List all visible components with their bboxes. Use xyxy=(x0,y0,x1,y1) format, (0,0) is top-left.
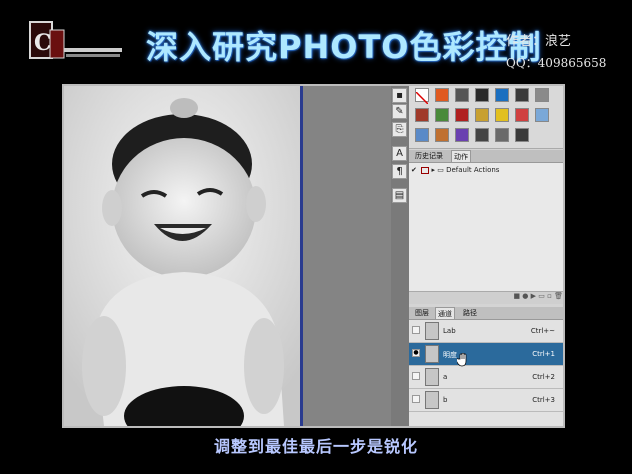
action-set-label: Default Actions xyxy=(446,166,500,174)
channel-shortcut: Ctrl+2 xyxy=(532,373,555,381)
tab-actions[interactable]: 动作 xyxy=(451,150,471,162)
channel-shortcut: Ctrl+3 xyxy=(532,396,555,404)
style-swatch[interactable] xyxy=(455,128,469,142)
dock-layers-icon[interactable]: ▤ xyxy=(392,188,407,203)
channel-shortcut: Ctrl+~ xyxy=(530,327,555,335)
logo: C xyxy=(29,21,122,59)
action-toggle-icon[interactable] xyxy=(421,166,430,174)
style-swatch[interactable] xyxy=(435,108,449,122)
hand-cursor-icon xyxy=(457,353,467,367)
channel-shortcut: Ctrl+1 xyxy=(532,350,555,358)
style-swatch[interactable] xyxy=(475,128,489,142)
actions-panel: ✔ ▸ ▭ Default Actions xyxy=(409,163,563,291)
visibility-toggle[interactable] xyxy=(412,326,420,334)
qq-label: QQ：409865658 xyxy=(506,56,607,70)
channel-name: 明度 xyxy=(443,351,457,359)
record-icon[interactable]: ● xyxy=(522,292,528,300)
action-check-icon[interactable]: ✔ xyxy=(411,165,419,176)
channel-row-lab[interactable]: Lab Ctrl+~ xyxy=(409,320,563,343)
dock-swatches-icon[interactable]: ▪ xyxy=(392,88,407,103)
style-swatch[interactable] xyxy=(495,128,509,142)
svg-text:C: C xyxy=(34,30,52,56)
channel-thumbnail xyxy=(425,345,439,363)
style-none-swatch[interactable] xyxy=(415,88,429,105)
action-set-row[interactable]: ✔ ▸ ▭ Default Actions xyxy=(411,165,559,176)
channels-tabbar: 图层 通道 路径 xyxy=(409,307,563,320)
style-swatch[interactable] xyxy=(495,108,509,122)
folder-icon: ▭ xyxy=(437,166,444,174)
channels-panel: Lab Ctrl+~ ● 明度 Ctrl+1 a Ctrl+2 b Ctrl+3 xyxy=(409,320,563,426)
expand-arrow-icon[interactable]: ▸ xyxy=(431,166,435,174)
baby-photo xyxy=(64,86,300,426)
style-swatch[interactable] xyxy=(535,88,549,102)
tab-paths[interactable]: 路径 xyxy=(461,307,479,319)
photoshop-window: ▪ ✎ ⎘ A ¶ ▤ 历史记录 动作 ✔ ▸ ▭ Default Action… xyxy=(62,84,565,428)
play-icon[interactable]: ▶ xyxy=(531,292,536,300)
dock-brush-icon[interactable]: ✎ xyxy=(392,104,407,119)
visibility-toggle[interactable] xyxy=(412,372,420,380)
visibility-toggle[interactable] xyxy=(412,395,420,403)
actions-footer: ■ ● ▶ ▭ ▫ 🗑 xyxy=(409,291,563,304)
dock-clone-icon[interactable]: ⎘ xyxy=(392,122,407,137)
style-swatch[interactable] xyxy=(515,128,529,142)
style-swatch[interactable] xyxy=(475,88,489,102)
style-swatch[interactable] xyxy=(435,128,449,142)
style-swatch[interactable] xyxy=(415,128,429,142)
page-title: 深入研究PHOTO色彩控制 xyxy=(146,28,542,66)
author-label: 作者：浪艺 xyxy=(506,34,572,49)
style-swatch[interactable] xyxy=(455,88,469,102)
channel-thumbnail xyxy=(425,368,439,386)
channel-row-lightness[interactable]: ● 明度 Ctrl+1 xyxy=(409,343,563,367)
style-swatch[interactable] xyxy=(515,88,529,102)
dock-paragraph-icon[interactable]: ¶ xyxy=(392,164,407,179)
trash-icon[interactable]: 🗑 xyxy=(554,292,563,300)
style-swatch[interactable] xyxy=(535,108,549,122)
stop-icon[interactable]: ■ xyxy=(513,292,520,300)
new-set-icon[interactable]: ▭ xyxy=(538,292,545,300)
channel-thumbnail xyxy=(425,391,439,409)
channel-row-a[interactable]: a Ctrl+2 xyxy=(409,366,563,389)
workspace-background xyxy=(303,86,391,426)
tab-history[interactable]: 历史记录 xyxy=(413,150,445,162)
tab-layers[interactable]: 图层 xyxy=(413,307,431,319)
style-swatch[interactable] xyxy=(515,108,529,122)
style-swatch[interactable] xyxy=(495,88,509,102)
right-panels: 历史记录 动作 ✔ ▸ ▭ Default Actions ■ ● ▶ ▭ ▫ … xyxy=(409,86,563,426)
channel-name: Lab xyxy=(443,327,456,335)
styles-panel xyxy=(409,86,563,149)
style-swatch[interactable] xyxy=(455,108,469,122)
style-swatch[interactable] xyxy=(475,108,489,122)
channel-name: a xyxy=(443,373,448,381)
eye-icon[interactable]: ● xyxy=(412,349,420,357)
channel-row-b[interactable]: b Ctrl+3 xyxy=(409,389,563,412)
panel-dock-icons: ▪ ✎ ⎘ A ¶ ▤ xyxy=(391,86,409,426)
tab-channels[interactable]: 通道 xyxy=(435,307,455,319)
history-tabbar: 历史记录 动作 xyxy=(409,150,563,163)
dock-character-icon[interactable]: A xyxy=(392,146,407,161)
new-action-icon[interactable]: ▫ xyxy=(547,292,552,300)
style-swatch[interactable] xyxy=(435,88,449,102)
channel-name: b xyxy=(443,396,448,404)
caption: 调整到最佳最后一步是锐化 xyxy=(213,437,418,456)
channel-thumbnail xyxy=(425,322,439,340)
style-swatch[interactable] xyxy=(415,108,429,122)
